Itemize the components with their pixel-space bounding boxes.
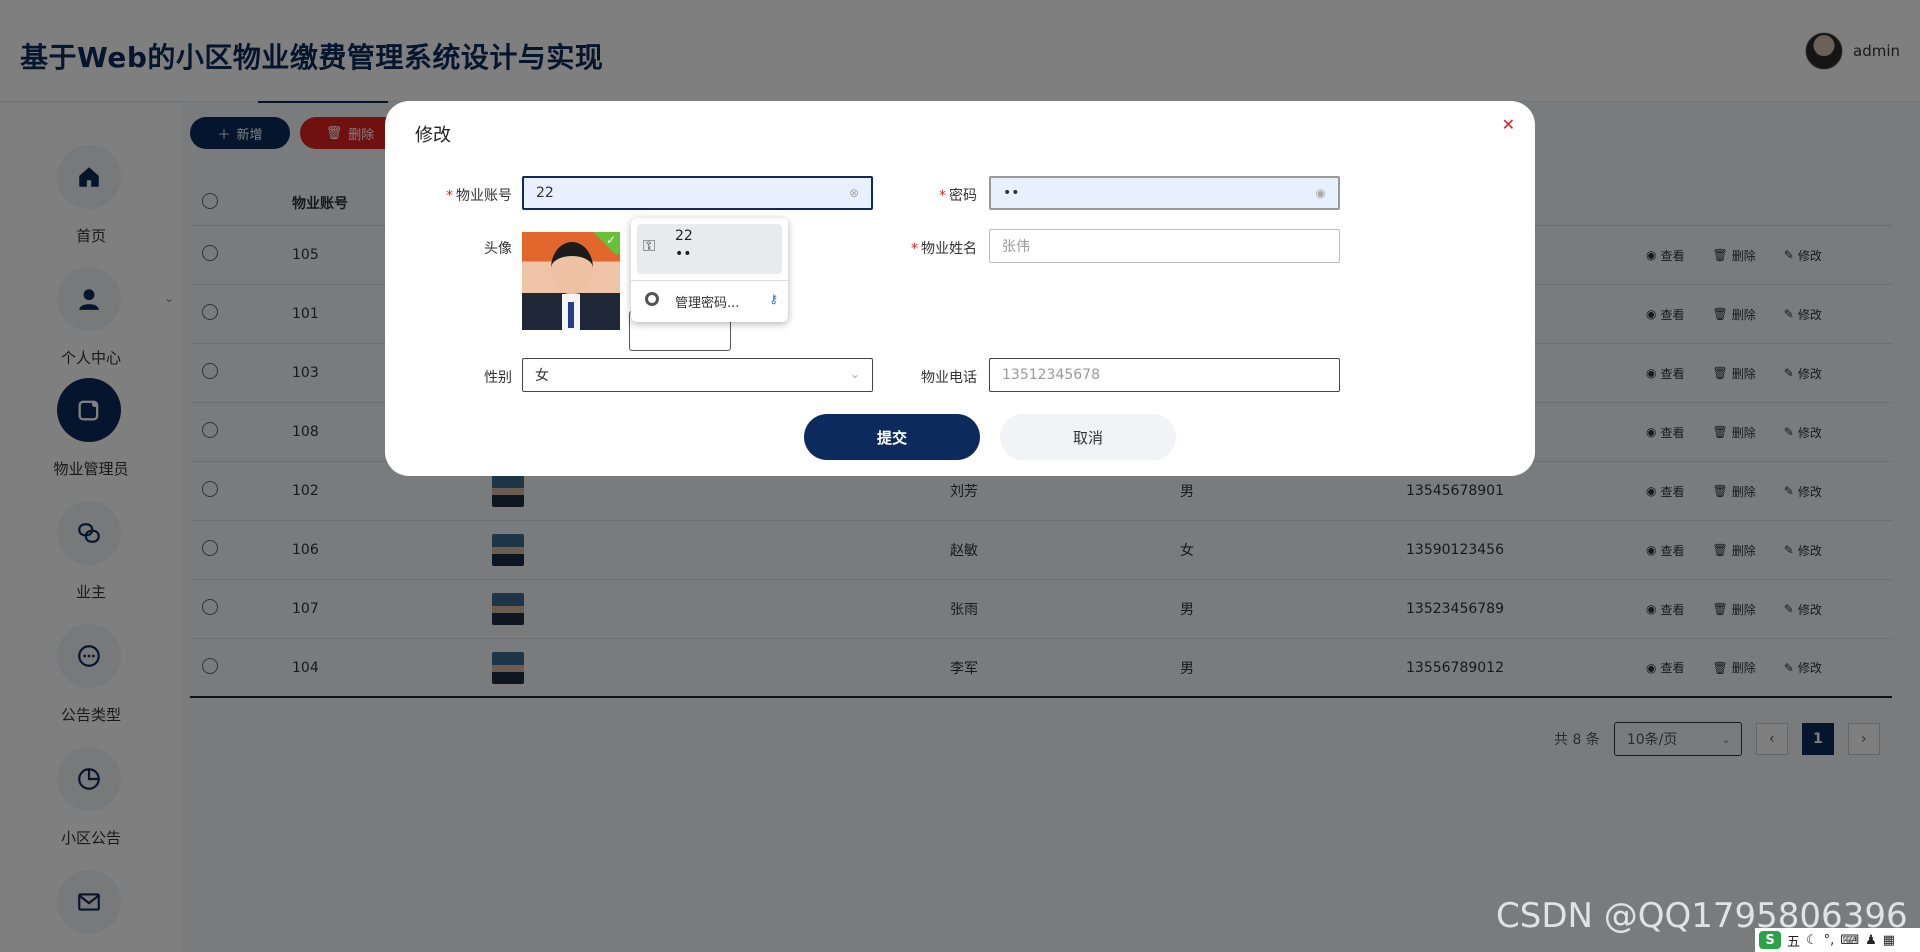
- ime-mode[interactable]: 五: [1787, 931, 1800, 950]
- password-label: * 密码: [939, 188, 977, 204]
- eye-icon[interactable]: ◉: [1316, 186, 1326, 200]
- password-value: ••: [1003, 185, 1020, 201]
- sex-select[interactable]: 女 ⌄: [522, 358, 873, 392]
- sex-label: 性别: [484, 370, 512, 386]
- password-key-icon: ⚷: [769, 292, 778, 306]
- sex-value: 女: [535, 368, 549, 384]
- grid-icon[interactable]: ▦: [1883, 933, 1895, 948]
- account-input[interactable]: 22 ⊗: [522, 176, 873, 210]
- saved-username: 22: [675, 228, 693, 244]
- system-tray: S 五 ☾ °, ⌨ ♟ ▦: [1755, 928, 1920, 952]
- moon-icon[interactable]: ☾: [1806, 933, 1818, 948]
- account-label: * 物业账号: [446, 188, 512, 204]
- user-icon[interactable]: ♟: [1865, 933, 1877, 948]
- dialog-title: 修改: [415, 125, 451, 146]
- saved-credential-item[interactable]: [637, 224, 782, 274]
- edit-dialog: 修改 ✕ * 物业账号 22 ⊗ * 密码 •• ◉ 头像 ✓ * 物业姓名 张伟 性…: [385, 101, 1535, 476]
- close-icon[interactable]: ✕: [1502, 115, 1515, 134]
- submit-button[interactable]: 提交: [804, 414, 980, 460]
- avatar-preview[interactable]: ✓: [522, 232, 620, 330]
- key-icon: ⚿: [643, 236, 656, 255]
- phone-label: 物业电话: [921, 370, 977, 386]
- password-input[interactable]: •• ◉: [989, 176, 1340, 210]
- name-input[interactable]: 张伟: [989, 229, 1340, 263]
- check-icon: ✓: [605, 233, 616, 247]
- chevron-down-icon: ⌄: [849, 367, 860, 381]
- account-value: 22: [536, 185, 554, 201]
- password-autofill-popup: ⚿ 22 •• 管理密码... ⚷: [631, 218, 788, 322]
- sogou-ime-icon[interactable]: S: [1759, 931, 1781, 949]
- name-label: * 物业姓名: [911, 241, 977, 257]
- chrome-icon: [645, 292, 659, 306]
- avatar-label: 头像: [484, 241, 512, 257]
- manage-passwords-link[interactable]: 管理密码...: [675, 292, 739, 311]
- phone-input[interactable]: 13512345678: [989, 358, 1340, 392]
- saved-password: ••: [675, 246, 692, 262]
- keyboard-icon[interactable]: ⌨: [1840, 933, 1859, 948]
- clear-icon[interactable]: ⊗: [849, 186, 859, 200]
- divider: [631, 280, 788, 281]
- cancel-button[interactable]: 取消: [1000, 414, 1176, 460]
- name-placeholder: 张伟: [1002, 239, 1030, 255]
- phone-placeholder: 13512345678: [1002, 367, 1100, 383]
- punctuation-icon[interactable]: °,: [1824, 933, 1835, 948]
